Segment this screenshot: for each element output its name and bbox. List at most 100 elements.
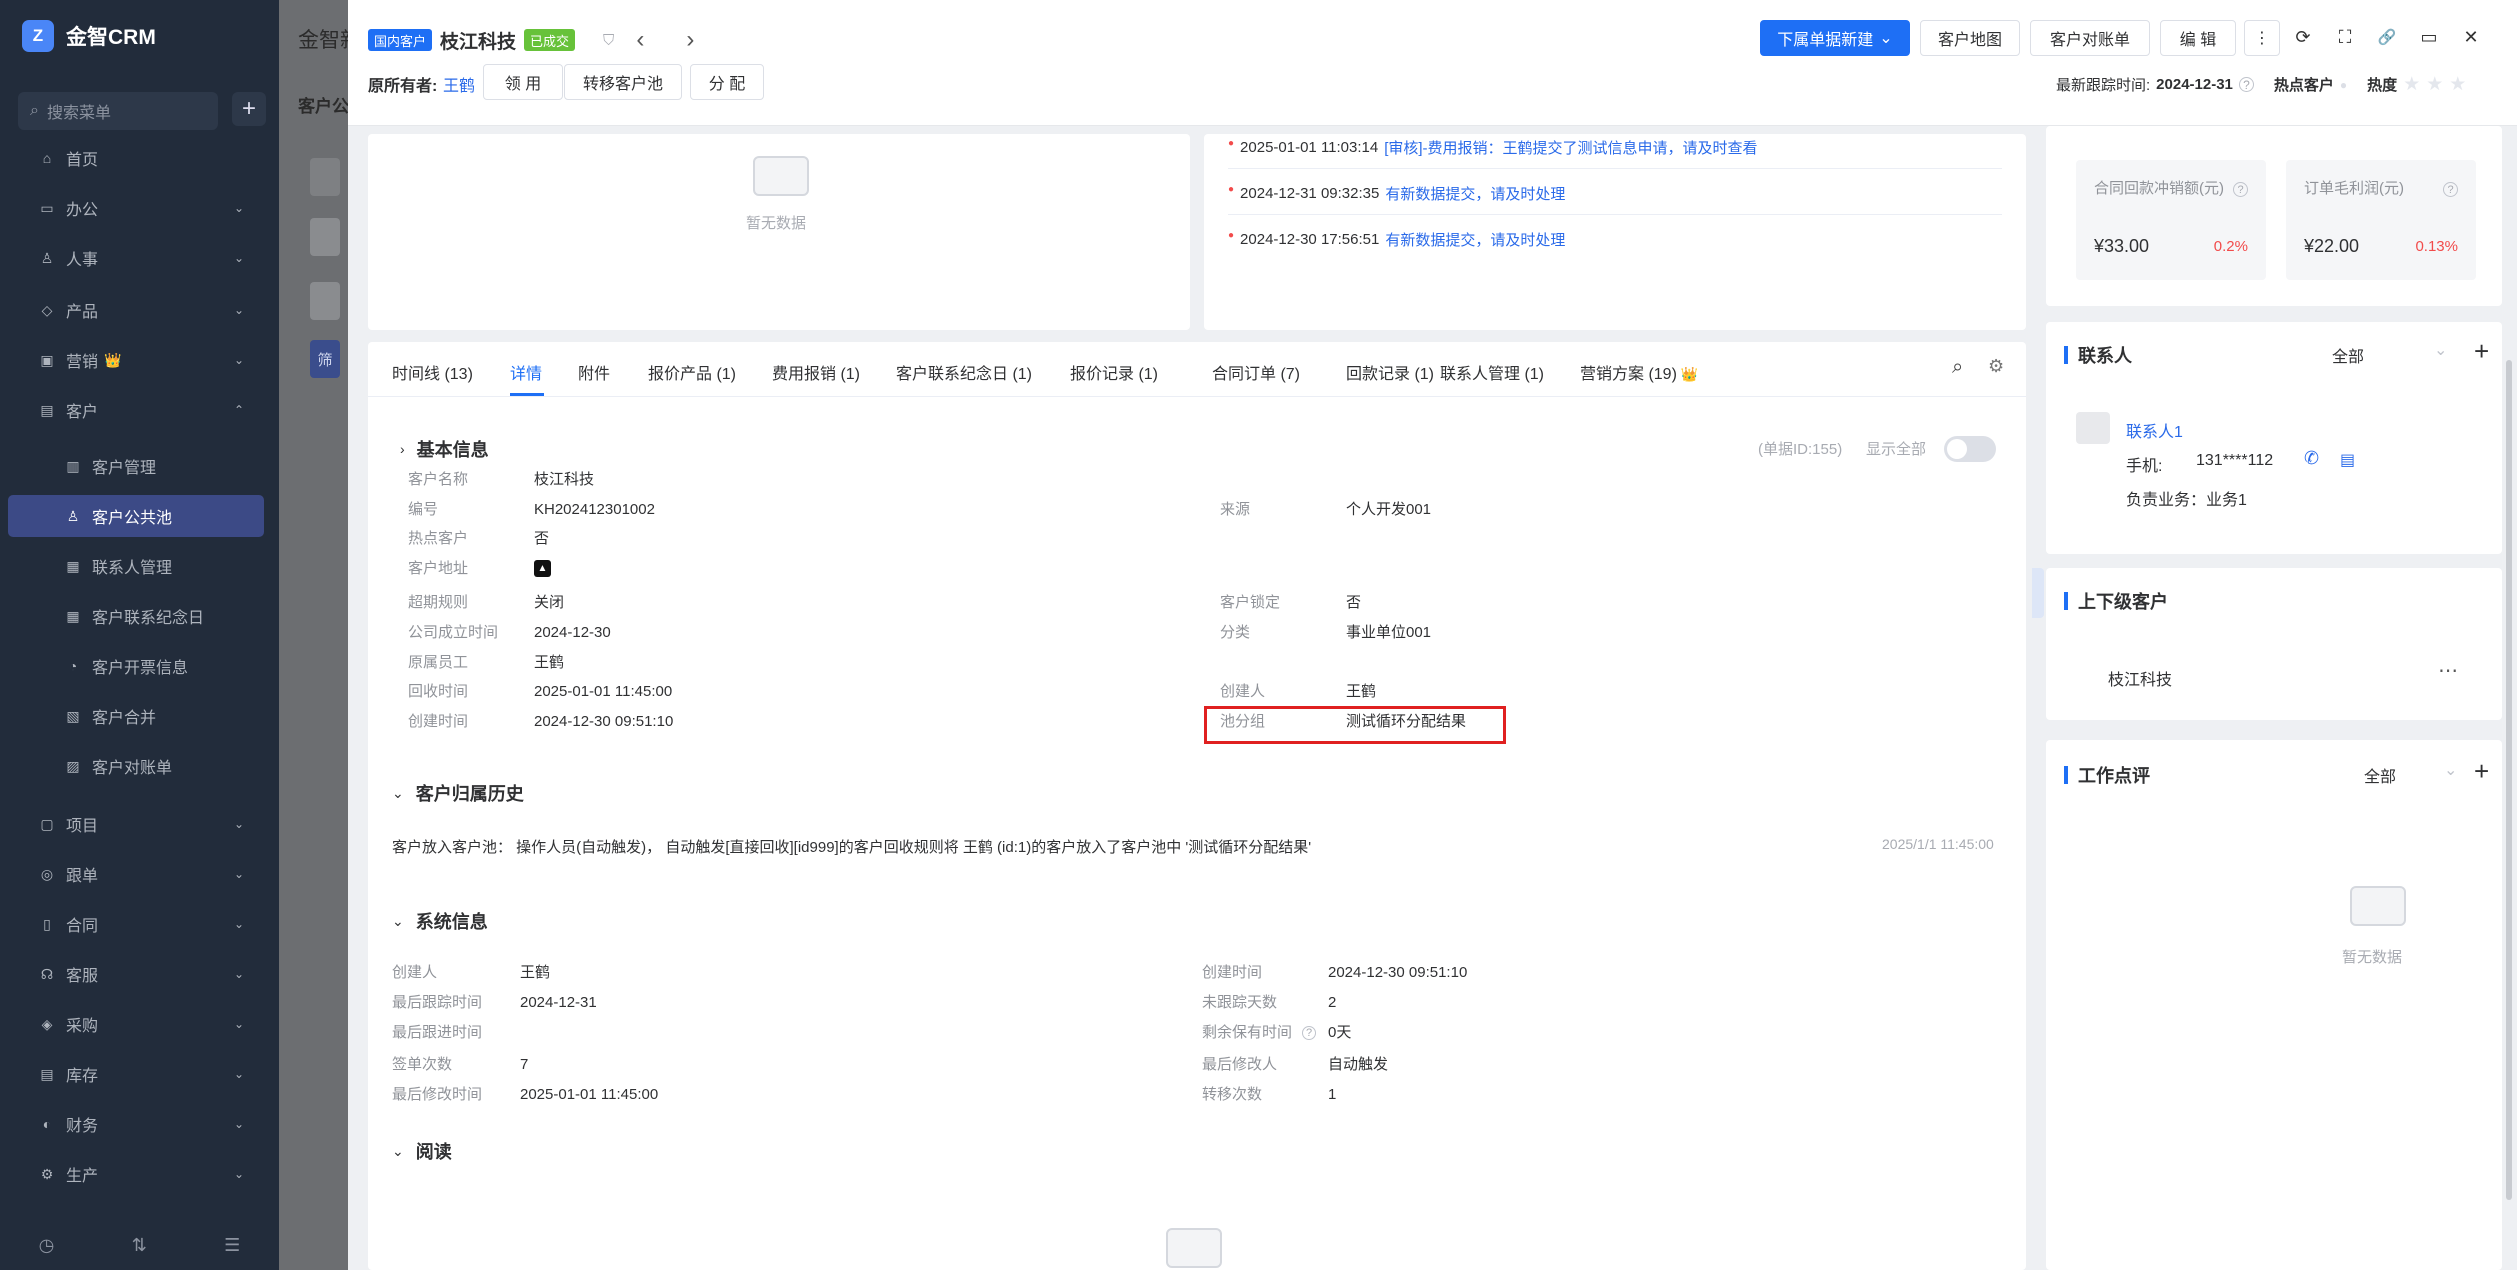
tab-label: 客户联系纪念日 (1) [896, 366, 1033, 383]
chevron-down-icon[interactable]: ⌄ [2444, 760, 2457, 780]
fullscreen-icon[interactable]: ⛶ [2330, 22, 2360, 52]
sidebar-item-7[interactable]: ▥ 客户管理 [8, 445, 264, 487]
more-icon[interactable]: ⋯ [2438, 658, 2458, 683]
sidebar-item-10[interactable]: ▦ 客户联系纪念日 [8, 595, 264, 637]
add-menu-button[interactable]: + [232, 92, 266, 126]
sidebar-item-13[interactable]: ▨ 客户对账单 [8, 745, 264, 787]
message-item[interactable]: ● 2025-01-01 11:03:14 [审核]-费用报销：王鹤提交了测试信息申… [1228, 134, 1758, 160]
sidebar-item-label: 财务 [66, 1118, 99, 1135]
message-icon[interactable]: ▤ [2340, 450, 2355, 470]
address-map-icon[interactable]: ▲ [534, 560, 551, 577]
customer-map-button[interactable]: 客户地图 [1920, 20, 2020, 56]
sidebar-item-8[interactable]: ♙ 客户公共池 [8, 495, 264, 537]
message-item[interactable]: ● 2024-12-30 17:56:51 有新数据提交，请及时处理 [1228, 226, 1565, 252]
tab-10[interactable]: 联系人管理 (1) [1440, 360, 1544, 384]
tab-3[interactable]: 附件 [578, 360, 610, 384]
contacts-filter[interactable]: 全部 [2332, 343, 2364, 367]
help-icon[interactable]: ? [1302, 1026, 1316, 1040]
sidebar-item-4[interactable]: ◇ 产品 ⌄ [8, 289, 264, 331]
sidebar-item-17[interactable]: ☊ 客服 ⌄ [8, 953, 264, 995]
add-review-button[interactable]: + [2474, 756, 2489, 787]
message-text[interactable]: [审核]-费用报销：王鹤提交了测试信息申请，请及时查看 [1384, 137, 1757, 158]
message-text[interactable]: 有新数据提交，请及时处理 [1385, 229, 1565, 250]
sidebar-item-14[interactable]: ▢ 项目 ⌄ [8, 803, 264, 845]
sidebar-item-11[interactable]: ◔ 客户开票信息 [8, 645, 264, 687]
show-all-toggle[interactable] [1944, 436, 1996, 462]
tab-1[interactable]: 时间线 (13) [392, 360, 473, 384]
sidebar-item-21[interactable]: ⚙ 生产 ⌄ [8, 1153, 264, 1195]
system-info-header[interactable]: ⌄ 系统信息 [392, 908, 488, 934]
read-header[interactable]: ⌄ 阅读 [392, 1138, 452, 1164]
history-header[interactable]: ⌄ 客户归属历史 [392, 780, 524, 806]
chevron-down-icon[interactable]: ⌄ [2434, 340, 2447, 360]
add-contact-button[interactable]: + [2474, 336, 2489, 367]
claim-button[interactable]: 领 用 [483, 64, 563, 100]
sidebar-item-18[interactable]: ◈ 采购 ⌄ [8, 1003, 264, 1045]
close-icon[interactable]: ✕ [2456, 22, 2486, 52]
help-icon[interactable]: ? [2443, 182, 2458, 197]
system-info-left-label: 创建人 [392, 964, 438, 981]
sidebar-item-1[interactable]: ⌂ 首页 [8, 137, 264, 179]
message-divider [1228, 214, 2002, 215]
sidebar-item-5[interactable]: ▣ 营销 👑 ⌄ [8, 339, 264, 381]
sidebar-item-2[interactable]: ▭ 办公 ⌄ [8, 187, 264, 229]
shield-icon[interactable]: ⛉ [603, 32, 614, 49]
tab-5[interactable]: 费用报销 (1) [772, 360, 860, 384]
tab-11[interactable]: 营销方案 (19) 👑 [1580, 360, 1698, 384]
sidebar-item-9[interactable]: ▦ 联系人管理 [8, 545, 264, 587]
previous-record-icon[interactable]: ‹ [636, 26, 644, 54]
phone-icon[interactable]: ✆ [2304, 448, 2319, 469]
more-actions-button[interactable]: ⋮ [2244, 20, 2280, 56]
tab-7[interactable]: 报价记录 (1) [1070, 360, 1158, 384]
right-scrollbar[interactable] [2506, 360, 2512, 1200]
collapse-menu-icon[interactable]: ☰ [224, 1235, 240, 1256]
customer-statement-button[interactable]: 客户对账单 [2030, 20, 2150, 56]
contact-name-link[interactable]: 联系人1 [2126, 418, 2183, 442]
menu-search-input[interactable]: ⌕ 搜索菜单 [18, 92, 218, 130]
sidebar-item-6[interactable]: ▤ 客户 ⌃ [8, 389, 264, 431]
hot-toggle-icon[interactable]: ● [2340, 78, 2347, 92]
contacts-title: 联系人 [2064, 342, 2132, 368]
sidebar-item-19[interactable]: ▤ 库存 ⌄ [8, 1053, 264, 1095]
side-panel-icon[interactable]: ▭ [2414, 22, 2444, 52]
refresh-icon[interactable]: ⟳ [2288, 22, 2318, 52]
settings-icon[interactable]: ⚙ [1988, 356, 2004, 377]
message-time: 2024-12-31 09:32:35 [1240, 184, 1380, 202]
message-item[interactable]: ● 2024-12-31 09:32:35 有新数据提交，请及时处理 [1228, 180, 1565, 206]
original-owner-name[interactable]: 王鹤 [443, 72, 475, 96]
message-text[interactable]: 有新数据提交，请及时处理 [1385, 183, 1565, 204]
stat-value: ¥22.00 [2304, 236, 2360, 256]
collapse-arrow-icon: ⌄ [392, 1142, 404, 1159]
stat-box: 订单毛利润(元)? ¥22.00 0.13% [2286, 160, 2476, 280]
sidebar-item-20[interactable]: ◐ 财务 ⌄ [8, 1103, 264, 1145]
edit-button[interactable]: 编 辑 [2160, 20, 2236, 56]
search-icon[interactable]: ⌕ [1952, 356, 1963, 379]
sidebar-item-label: 客户管理 [92, 460, 157, 477]
sidebar-item-label: 生产 [66, 1168, 99, 1185]
app-logo[interactable]: Z 金智CRM [22, 18, 156, 54]
basic-info-left-label: 客户名称 [408, 471, 469, 488]
assign-button[interactable]: 分 配 [690, 64, 764, 100]
tab-9[interactable]: 回款记录 (1) [1346, 360, 1434, 384]
help-icon[interactable]: ? [2233, 182, 2248, 197]
heat-rating-stars[interactable]: ★★★ [2403, 73, 2472, 96]
sidebar-item-3[interactable]: ♙ 人事 ⌄ [8, 237, 264, 279]
tab-8[interactable]: 合同订单 (7) [1212, 360, 1300, 384]
work-review-filter[interactable]: 全部 [2364, 763, 2396, 787]
tab-6[interactable]: 客户联系纪念日 (1) [896, 360, 1032, 384]
new-sub-document-button[interactable]: 下属单据新建 ⌄ [1760, 20, 1910, 56]
copy-link-icon[interactable]: 🔗 [2372, 22, 2402, 52]
sidebar-item-12[interactable]: ▧ 客户合并 [8, 695, 264, 737]
basic-info-header[interactable]: › 基本信息 [400, 436, 489, 462]
tab-2[interactable]: 详情 [510, 360, 542, 384]
help-icon[interactable]: ? [2238, 77, 2254, 92]
sort-icon[interactable]: ⇅ [132, 1235, 147, 1256]
parent-customer-name[interactable]: 枝江科技 [2108, 666, 2172, 690]
sidebar-item-15[interactable]: ◎ 跟单 ⌄ [8, 853, 264, 895]
tab-4[interactable]: 报价产品 (1) [648, 360, 736, 384]
panel-collapse-handle[interactable] [2032, 568, 2044, 618]
history-icon[interactable]: ◷ [39, 1235, 55, 1256]
sidebar-item-16[interactable]: ▯ 合同 ⌄ [8, 903, 264, 945]
next-record-icon[interactable]: › [686, 26, 694, 54]
transfer-pool-button[interactable]: 转移客户池 [564, 64, 682, 100]
